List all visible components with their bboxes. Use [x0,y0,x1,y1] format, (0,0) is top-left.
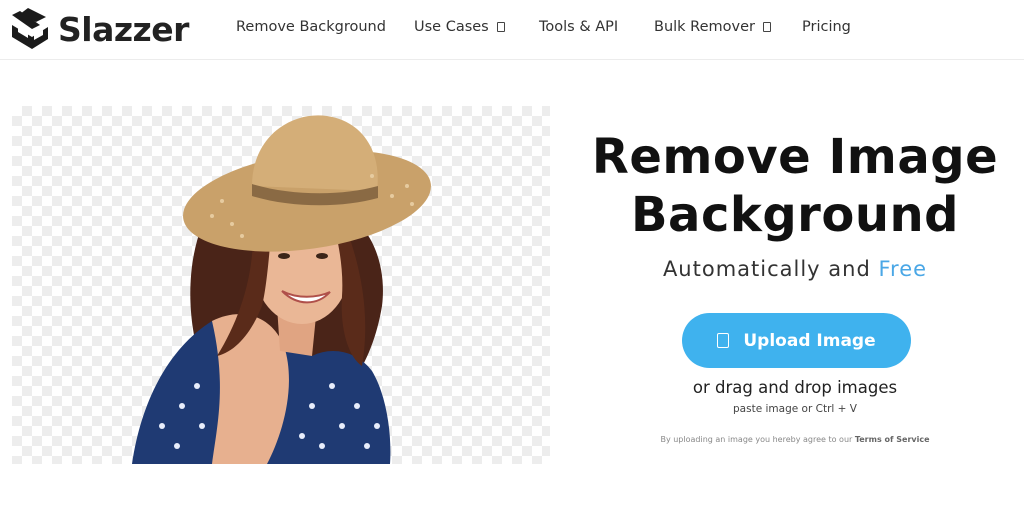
nav-use-cases[interactable]: Use Cases [414,19,505,35]
upload-image-label: Upload Image [743,330,876,351]
nav-bulk-remover[interactable]: Bulk Remover [654,19,771,35]
nav-tools-api-label: Tools & API [539,19,619,35]
headline-line-2: Background [630,187,960,243]
nav-remove-background[interactable]: Remove Background [236,19,386,35]
terms-notice: By uploading an image you hereby agree t… [566,435,1024,444]
page-headline: Remove Image Background [566,128,1024,244]
nav-pricing[interactable]: Pricing [802,19,851,35]
top-navbar: Slazzer Remove Background Use Cases Tool… [0,0,1024,60]
upload-image-button[interactable]: Upload Image [682,313,911,368]
woman-with-hat-illustration [132,115,431,464]
nav-bulk-remover-label: Bulk Remover [654,19,755,35]
brand-logo[interactable]: Slazzer [6,5,189,53]
nav-remove-background-label: Remove Background [236,19,386,35]
subheadline: Automatically and Free [566,257,1024,281]
terms-of-service-link[interactable]: Terms of Service [855,435,930,444]
paste-hint: paste image or Ctrl + V [733,403,857,415]
nav-tools-api[interactable]: Tools & API [539,19,618,35]
terms-prefix: By uploading an image you hereby agree t… [660,435,853,444]
subhead-free: Free [878,257,928,281]
slazzer-logo-icon [12,8,48,49]
headline-line-1: Remove Image [591,129,999,185]
drag-drop-hint: or drag and drop images [692,378,898,397]
nav-pricing-label: Pricing [802,19,851,35]
hero-sample-image [12,106,550,464]
nav-use-cases-label: Use Cases [414,19,489,35]
subhead-prefix: Automatically and [662,257,871,281]
upload-icon [717,333,730,348]
brand-name: Slazzer [58,10,189,49]
dropdown-icon [496,22,505,32]
dropdown-icon [762,22,771,32]
